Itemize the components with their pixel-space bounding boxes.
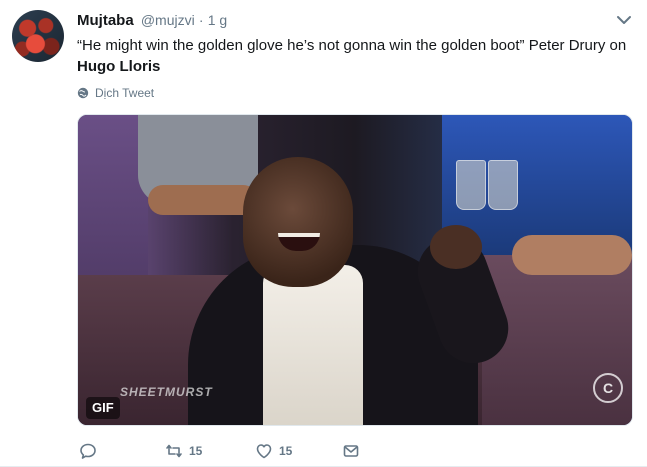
globe-icon: [77, 87, 89, 99]
direct-message-button[interactable]: [342, 442, 360, 460]
media-top-arm: [148, 185, 258, 215]
media-hand: [430, 225, 482, 269]
tweet[interactable]: Mujtaba @mujzvi · 1 g “He might win the …: [0, 0, 647, 467]
media-watermark: SHEETMURST: [120, 385, 213, 399]
like-button[interactable]: 15: [255, 442, 292, 460]
separator: ·: [198, 12, 204, 28]
retweet-icon: [166, 444, 182, 458]
author-name[interactable]: Mujtaba: [77, 12, 134, 29]
gif-media[interactable]: SHEETMURST C GIF: [77, 114, 633, 426]
reply-icon: [80, 443, 96, 459]
mention-hugo-lloris: Hugo Lloris: [77, 58, 161, 75]
tweet-text-main: “He might win the golden glove he’s not …: [77, 37, 627, 54]
tweet-header: Mujtaba @mujzvi · 1 g: [77, 11, 227, 30]
avatar[interactable]: [12, 10, 64, 62]
timestamp[interactable]: 1 g: [208, 12, 227, 28]
media-head: [243, 157, 353, 287]
tweet-text: “He might win the golden glove he’s not …: [77, 35, 637, 77]
envelope-icon: [343, 445, 359, 457]
chevron-down-icon[interactable]: [615, 12, 633, 28]
tweet-actions: 15 15: [77, 442, 437, 462]
like-count: 15: [279, 444, 293, 458]
channel-logo: C: [593, 373, 623, 403]
retweet-count: 15: [189, 444, 203, 458]
gif-badge: GIF: [86, 397, 120, 419]
media-shirt: [263, 265, 363, 425]
translate-tweet-link[interactable]: Dịch Tweet: [77, 86, 154, 100]
media-glass: [488, 160, 518, 210]
media-glass: [456, 160, 486, 210]
retweet-button[interactable]: 15: [165, 442, 202, 460]
author-handle[interactable]: @mujzvi: [141, 12, 195, 28]
reply-button[interactable]: [79, 442, 103, 460]
media-other-arm: [512, 235, 632, 275]
heart-icon: [256, 444, 272, 459]
translate-label: Dịch Tweet: [95, 86, 155, 100]
